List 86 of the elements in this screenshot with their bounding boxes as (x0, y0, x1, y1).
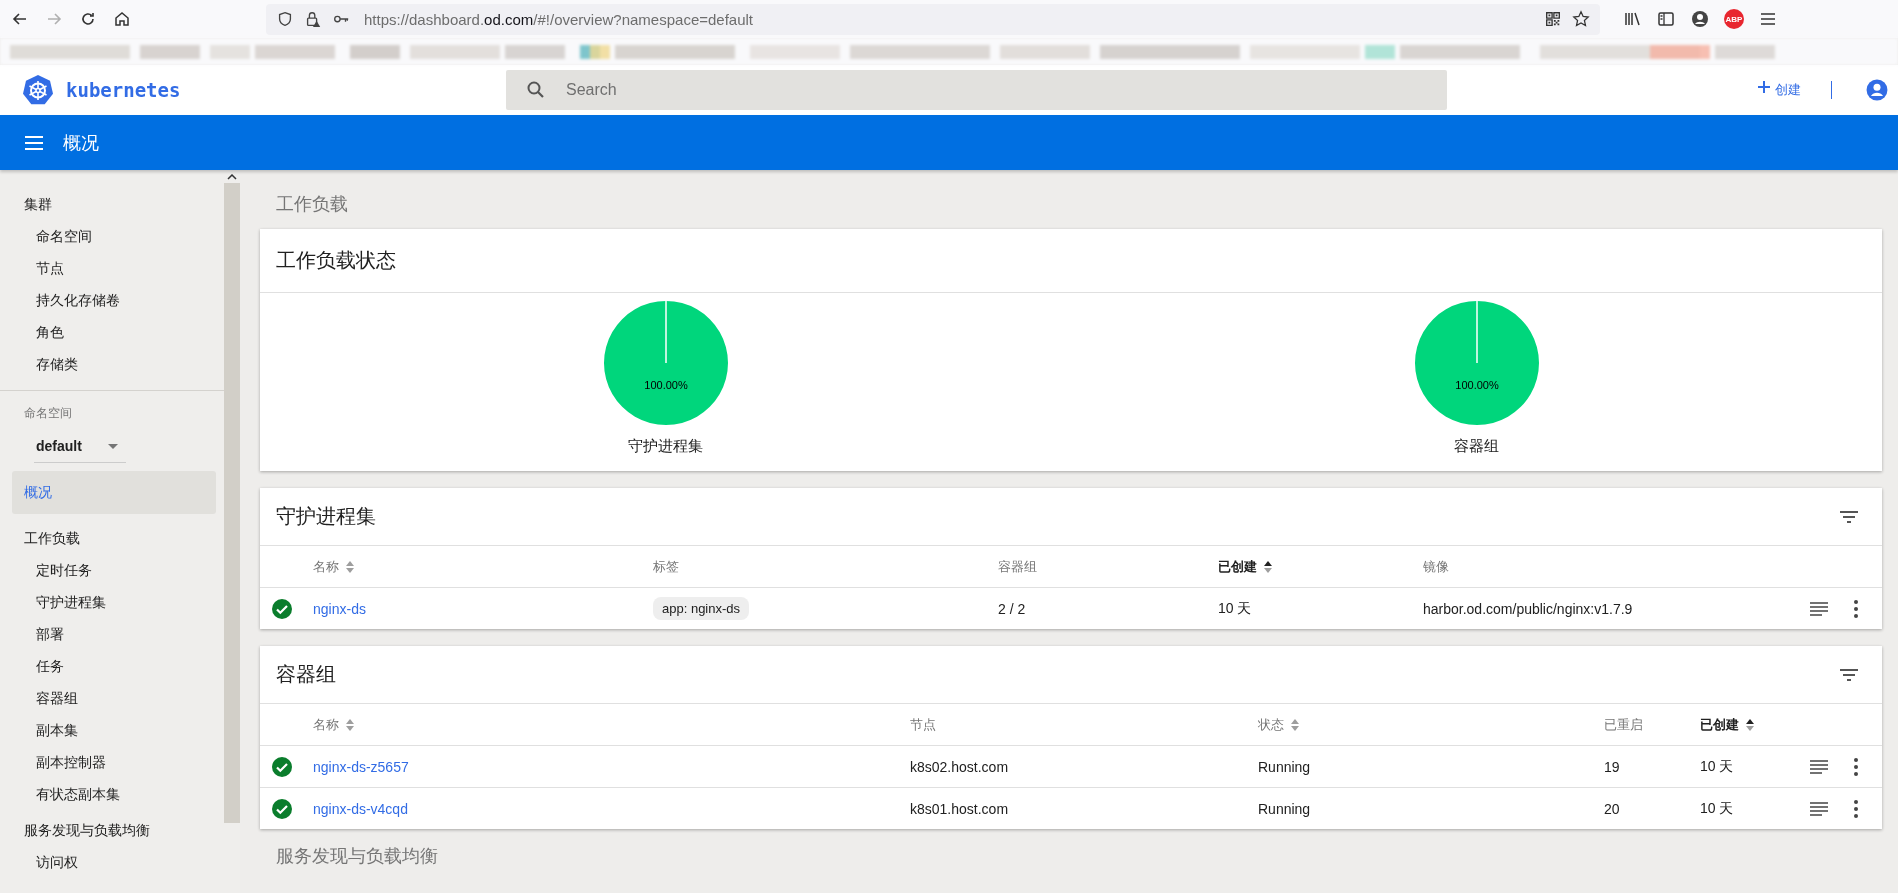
column-header[interactable]: 状态 (1258, 715, 1284, 734)
table-cell: 10 天 (1700, 757, 1734, 776)
nav-item[interactable]: 有状态副本集 (0, 778, 224, 810)
table-cell: 19 (1604, 758, 1620, 775)
nav-section[interactable]: 工作负载 (0, 522, 224, 554)
table-cell: k8s02.host.com (910, 758, 1009, 775)
dropdown-caret-icon (108, 443, 118, 449)
column-header[interactable]: 已创建 (1700, 715, 1739, 734)
namespace-select[interactable]: default (34, 430, 126, 463)
resource-link[interactable]: nginx-ds (313, 600, 366, 617)
nav-item[interactable]: 副本控制器 (0, 746, 224, 778)
column-header: 容器组 (998, 557, 1037, 576)
table-cell: harbor.od.com/public/nginx:v1.7.9 (1423, 600, 1633, 617)
nav-item[interactable]: 副本集 (0, 714, 224, 746)
label-chip: app: nginx-ds (653, 597, 750, 620)
table-cell: 10 天 (1700, 799, 1734, 818)
plus-icon (1757, 80, 1771, 94)
nav-item[interactable]: 定时任务 (0, 554, 224, 586)
column-header[interactable]: 名称 (313, 557, 339, 576)
more-options-icon[interactable] (1854, 799, 1858, 818)
brand-name[interactable]: kubernetes (66, 79, 221, 101)
nav-item[interactable]: 任务 (0, 650, 224, 682)
table-cell: Running (1258, 758, 1311, 775)
chart-label: 容器组 (1454, 437, 1499, 456)
logs-icon[interactable] (1810, 759, 1828, 774)
column-header: 镜像 (1423, 557, 1449, 576)
qr-code-icon[interactable] (1544, 10, 1562, 28)
table-cell: 10 天 (1218, 599, 1252, 618)
nav-section[interactable]: 服务发现与负载均衡 (0, 814, 224, 846)
address-bar[interactable]: https://dashboard.od.com/#!/overview?namespace=default (266, 3, 1600, 35)
resource-link[interactable]: nginx-ds-v4cqd (313, 800, 408, 817)
filter-icon[interactable] (1840, 510, 1858, 523)
table-cell: 2 / 2 (998, 600, 1026, 617)
scroll-up-icon[interactable] (227, 174, 237, 180)
section-title: 工作负载 (275, 193, 349, 216)
url-text: https://dashboard.od.com/#!/overview?namespace=default (364, 10, 754, 28)
card-title: 容器组 (276, 662, 336, 687)
create-button[interactable]: 创建 (1753, 77, 1805, 103)
table-cell: 20 (1604, 800, 1620, 817)
lock-warning-icon[interactable] (304, 10, 322, 28)
filter-icon[interactable] (1840, 668, 1858, 681)
nav-item[interactable]: 部署 (0, 618, 224, 650)
nav-item[interactable]: 容器组 (0, 682, 224, 714)
search-icon (526, 80, 546, 100)
pie-value-label: 100.00% (1454, 379, 1499, 391)
section-title: 服务发现与负载均衡 (275, 845, 439, 868)
star-icon[interactable] (1572, 10, 1590, 28)
resource-link[interactable]: nginx-ds-z5657 (313, 758, 409, 775)
search-field[interactable]: Search (506, 70, 1447, 110)
more-options-icon[interactable] (1854, 599, 1858, 618)
nav-item[interactable]: 访问权 (0, 846, 224, 878)
card-title: 工作负载状态 (260, 229, 1882, 293)
sort-icon[interactable] (1263, 559, 1273, 574)
table-cell: k8s01.host.com (910, 800, 1009, 817)
nav-item[interactable]: 守护进程集 (0, 586, 224, 618)
column-header: 标签 (653, 557, 679, 576)
pie-value-label: 100.00% (643, 379, 688, 391)
page-title: 概况 (63, 131, 99, 155)
scrollbar-thumb[interactable] (224, 183, 240, 823)
nav-section[interactable]: 集群 (0, 188, 224, 220)
chart-label: 守护进程集 (628, 437, 703, 456)
account-icon[interactable] (1690, 9, 1710, 29)
shield-icon[interactable] (276, 10, 294, 28)
nav-item[interactable]: 节点 (0, 252, 224, 284)
user-account-icon[interactable] (1866, 79, 1888, 101)
column-header[interactable]: 名称 (313, 715, 339, 734)
nav-item[interactable]: 命名空间 (0, 220, 224, 252)
sidebar-icon[interactable] (1656, 9, 1676, 29)
column-header[interactable]: 已创建 (1218, 557, 1257, 576)
menu-icon[interactable] (25, 135, 43, 150)
logs-icon[interactable] (1810, 601, 1828, 616)
card-title: 守护进程集 (276, 504, 376, 529)
nav-item[interactable]: 持久化存储卷 (0, 284, 224, 316)
column-header: 已重启 (1604, 715, 1643, 734)
sort-icon[interactable] (1745, 717, 1755, 732)
nav-item[interactable]: 角色 (0, 316, 224, 348)
namespace-label: 命名空间 (23, 405, 73, 422)
home-icon[interactable] (112, 9, 132, 29)
more-options-icon[interactable] (1854, 757, 1858, 776)
logs-icon[interactable] (1810, 801, 1828, 816)
nav-item[interactable]: 存储类 (0, 348, 224, 380)
adblock-badge[interactable]: ABP (1724, 9, 1744, 29)
kubernetes-logo-icon[interactable] (22, 74, 54, 106)
column-header: 节点 (910, 715, 936, 734)
table-cell: Running (1258, 800, 1311, 817)
nav-section[interactable]: 概况 (12, 471, 216, 514)
